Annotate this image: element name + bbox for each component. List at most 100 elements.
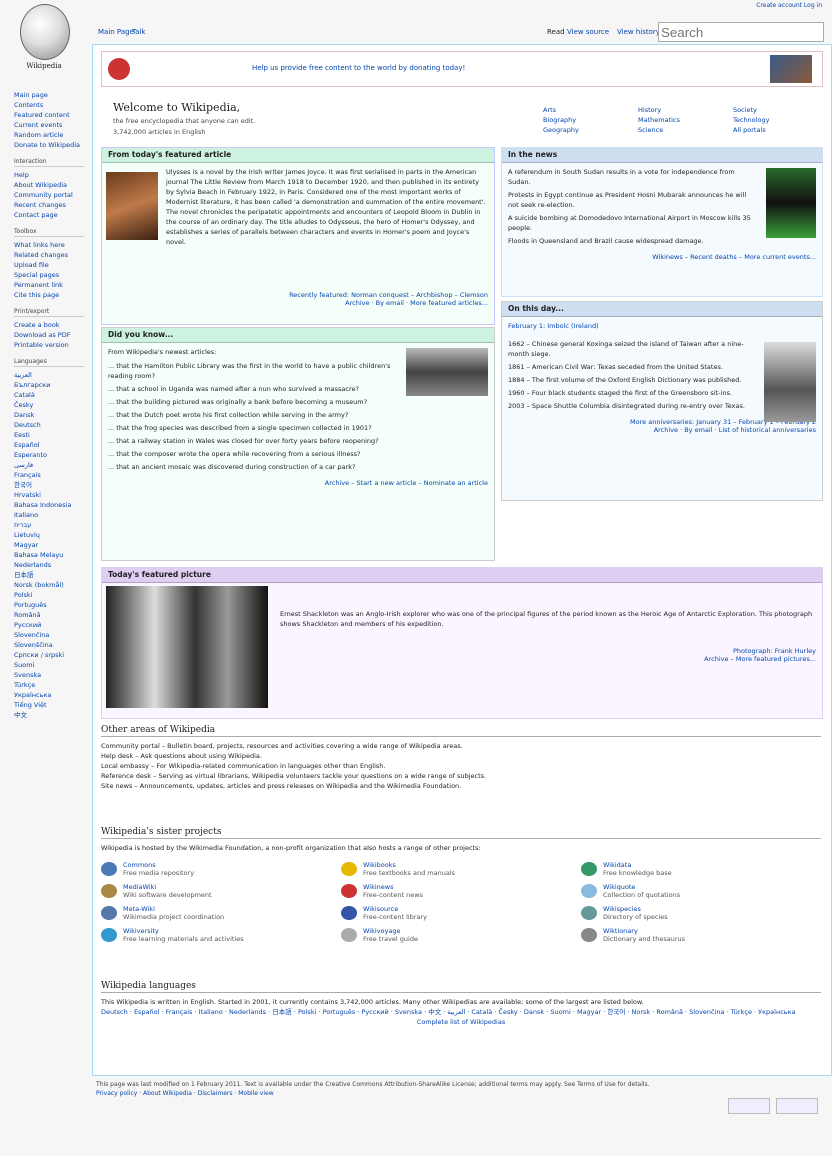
sister-project-name[interactable]: Meta-Wiki — [123, 905, 224, 913]
sidebar-item[interactable]: Printable version — [14, 340, 84, 350]
sidebar-item[interactable]: Related changes — [14, 250, 84, 260]
language-link[interactable]: فارسی — [14, 460, 84, 470]
other-area-item[interactable]: Local embassy – For Wikipedia-related co… — [101, 761, 821, 771]
sidebar-item[interactable]: Contents — [14, 100, 84, 110]
portal-link[interactable]: Geography — [543, 125, 579, 135]
sister-project[interactable]: Wikivoyage Free travel guide — [341, 927, 581, 943]
sister-project-name[interactable]: Wikibooks — [363, 861, 455, 869]
sister-project[interactable]: Wikibooks Free textbooks and manuals — [341, 861, 581, 877]
language-link[interactable]: Українська — [14, 690, 84, 700]
itn-more[interactable]: Wikinews – Recent deaths – More current … — [502, 253, 822, 261]
portal-link[interactable]: Mathematics — [638, 115, 680, 125]
otd-links[interactable]: Archive · By email · List of historical … — [502, 426, 822, 434]
other-area-item[interactable]: Help desk – Ask questions about using Wi… — [101, 751, 821, 761]
language-link[interactable]: 한국어 — [14, 480, 84, 490]
sister-project[interactable]: MediaWiki Wiki software development — [101, 883, 341, 899]
footer-links[interactable]: Privacy policy · About Wikipedia · Discl… — [96, 1089, 796, 1098]
language-link[interactable]: Esperanto — [14, 450, 84, 460]
sidebar-item[interactable]: What links here — [14, 240, 84, 250]
wikipedia-logo[interactable]: Wikipedia — [12, 4, 76, 76]
sister-project[interactable]: Wikispecies Directory of species — [581, 905, 821, 921]
featured-links[interactable]: Archive · By email · More featured artic… — [102, 299, 494, 307]
language-link[interactable]: Magyar — [14, 540, 84, 550]
sister-project-name[interactable]: Wikisource — [363, 905, 427, 913]
portal-link[interactable]: Science — [638, 125, 663, 135]
sister-project-name[interactable]: Wikinews — [363, 883, 423, 891]
portal-link[interactable]: History — [638, 105, 661, 115]
sister-project[interactable]: Wikidata Free knowledge base — [581, 861, 821, 877]
language-link[interactable]: Hrvatski — [14, 490, 84, 500]
portal-link[interactable]: All portals — [733, 125, 766, 135]
dyk-image[interactable] — [406, 348, 488, 396]
languages-more[interactable]: Complete list of Wikipedias — [101, 1017, 821, 1027]
other-area-item[interactable]: Community portal – Bulletin board, proje… — [101, 741, 821, 751]
dyk-more[interactable]: Archive – Start a new article – Nominate… — [102, 479, 494, 487]
sister-project-name[interactable]: Wiktionary — [603, 927, 685, 935]
sidebar-item[interactable]: Help — [14, 170, 84, 180]
portal-link[interactable]: Arts — [543, 105, 556, 115]
tab-talk[interactable]: Talk — [132, 28, 145, 36]
language-link[interactable]: Français — [14, 470, 84, 480]
language-link[interactable]: Deutsch — [14, 420, 84, 430]
language-link[interactable]: Česky — [14, 400, 84, 410]
sidebar-item[interactable]: About Wikipedia — [14, 180, 84, 190]
sidebar-item[interactable]: Random article — [14, 130, 84, 140]
language-link[interactable]: Eesti — [14, 430, 84, 440]
sister-project-name[interactable]: Commons — [123, 861, 194, 869]
language-link[interactable]: Bahasa Melayu — [14, 550, 84, 560]
language-link[interactable]: 日本語 — [14, 570, 84, 580]
language-link[interactable]: العربية — [14, 370, 84, 380]
sister-project-name[interactable]: Wikispecies — [603, 905, 668, 913]
language-link[interactable]: Tiếng Việt — [14, 700, 84, 710]
language-link[interactable]: Norsk (bokmål) — [14, 580, 84, 590]
sidebar-item[interactable]: Download as PDF — [14, 330, 84, 340]
sidebar-item[interactable]: Upload file — [14, 260, 84, 270]
personal-tools[interactable]: Create account Log in — [756, 2, 822, 9]
sidebar-item[interactable]: Create a book — [14, 320, 84, 330]
sidebar-item[interactable]: Contact page — [14, 210, 84, 220]
language-link[interactable]: Български — [14, 380, 84, 390]
language-link[interactable]: Català — [14, 390, 84, 400]
other-area-item[interactable]: Site news – Announcements, updates, arti… — [101, 781, 821, 791]
language-link[interactable]: Polski — [14, 590, 84, 600]
portal-link[interactable]: Society — [733, 105, 757, 115]
news-image[interactable] — [766, 168, 816, 238]
language-link[interactable]: Türkçe — [14, 680, 84, 690]
language-link[interactable]: Српски / srpski — [14, 650, 84, 660]
sister-project[interactable]: Wikiversity Free learning materials and a… — [101, 927, 341, 943]
sister-project-name[interactable]: Wikivoyage — [363, 927, 418, 935]
tab-read[interactable]: Read — [547, 28, 565, 36]
sidebar-item[interactable]: Recent changes — [14, 200, 84, 210]
donation-banner[interactable]: Help us provide free content to the worl… — [101, 51, 823, 87]
sidebar-item[interactable]: Donate to Wikipedia — [14, 140, 84, 150]
language-link[interactable]: Dansk — [14, 410, 84, 420]
sidebar-item[interactable]: Special pages — [14, 270, 84, 280]
featured-image[interactable] — [106, 172, 158, 240]
language-link[interactable]: Italiano — [14, 510, 84, 520]
sister-project[interactable]: Meta-Wiki Wikimedia project coordination — [101, 905, 341, 921]
language-link[interactable]: עברית — [14, 520, 84, 530]
sidebar-item[interactable]: Community portal — [14, 190, 84, 200]
otd-image[interactable] — [764, 342, 816, 422]
language-link[interactable]: Lietuvių — [14, 530, 84, 540]
language-link[interactable]: Slovenščina — [14, 640, 84, 650]
featured-recent[interactable]: Recently featured: Norman conquest – Arc… — [102, 291, 494, 299]
portal-link[interactable]: Technology — [733, 115, 769, 125]
search-input[interactable] — [658, 22, 824, 42]
banner-text[interactable]: Help us provide free content to the worl… — [252, 64, 465, 72]
sister-project-name[interactable]: Wikidata — [603, 861, 672, 869]
language-link[interactable]: Svenska — [14, 670, 84, 680]
language-link[interactable]: Suomi — [14, 660, 84, 670]
tab-view-source[interactable]: View source — [567, 28, 609, 36]
sister-project[interactable]: Wiktionary Dictionary and thesaurus — [581, 927, 821, 943]
language-link[interactable]: Română — [14, 610, 84, 620]
sister-project-name[interactable]: Wikiquote — [603, 883, 680, 891]
sister-project-name[interactable]: Wikiversity — [123, 927, 244, 935]
sister-project[interactable]: Wikiquote Collection of quotations — [581, 883, 821, 899]
sister-project[interactable]: Commons Free media repository — [101, 861, 341, 877]
sidebar-item[interactable]: Current events — [14, 120, 84, 130]
sister-project[interactable]: Wikinews Free-content news — [341, 883, 581, 899]
language-link[interactable]: Português — [14, 600, 84, 610]
article-count[interactable]: 3,742,000 articles in English — [113, 128, 255, 136]
featured-picture[interactable] — [106, 586, 268, 708]
